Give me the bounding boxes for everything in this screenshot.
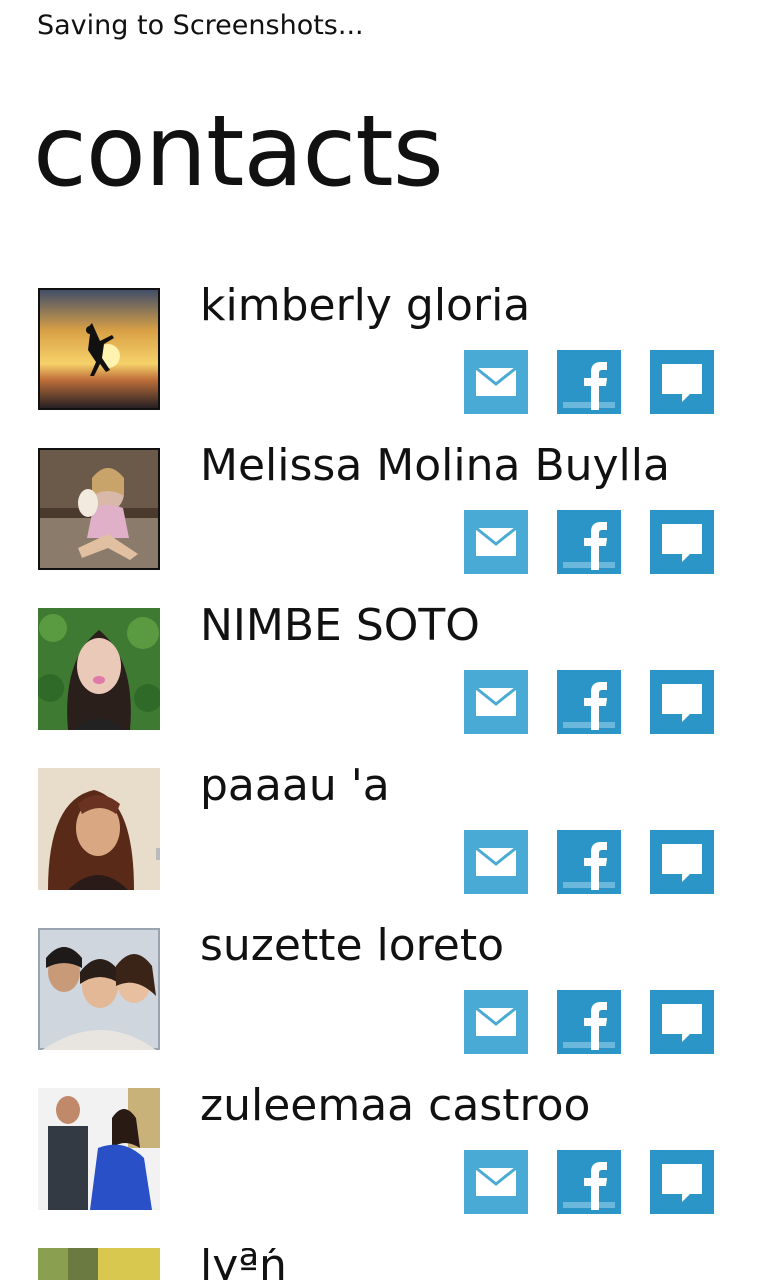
mail-icon bbox=[475, 1006, 517, 1036]
contact-row[interactable]: suzette loreto bbox=[0, 920, 768, 1088]
contact-name[interactable]: suzette loreto bbox=[200, 914, 504, 978]
contact-name[interactable]: kimberly gloria bbox=[200, 274, 530, 338]
mail-icon bbox=[475, 846, 517, 876]
contact-actions bbox=[464, 830, 714, 894]
contact-name[interactable]: lyªń bbox=[200, 1248, 287, 1280]
facebook-icon bbox=[563, 522, 615, 570]
avatar[interactable] bbox=[38, 1088, 160, 1210]
mail-button[interactable] bbox=[464, 510, 528, 574]
avatar[interactable] bbox=[38, 448, 160, 570]
message-button[interactable] bbox=[650, 830, 714, 894]
avatar[interactable] bbox=[38, 288, 160, 410]
contact-name[interactable]: Melissa Molina Buylla bbox=[200, 434, 670, 498]
contact-actions bbox=[464, 670, 714, 734]
contact-row[interactable]: paaau 'a bbox=[0, 760, 768, 928]
facebook-icon bbox=[563, 1162, 615, 1210]
message-button[interactable] bbox=[650, 1150, 714, 1214]
page-title: contacts bbox=[33, 95, 444, 209]
facebook-icon bbox=[563, 1002, 615, 1050]
facebook-button[interactable] bbox=[557, 1150, 621, 1214]
message-button[interactable] bbox=[650, 350, 714, 414]
facebook-icon bbox=[563, 362, 615, 410]
contact-actions bbox=[464, 350, 714, 414]
contact-row[interactable]: NIMBE SOTO bbox=[0, 600, 768, 768]
mail-icon bbox=[475, 1166, 517, 1196]
contact-actions bbox=[464, 1150, 714, 1214]
facebook-button[interactable] bbox=[557, 830, 621, 894]
mail-icon bbox=[475, 686, 517, 716]
message-button[interactable] bbox=[650, 670, 714, 734]
contact-row[interactable]: Melissa Molina Buylla bbox=[0, 440, 768, 608]
avatar[interactable] bbox=[38, 928, 160, 1050]
message-icon bbox=[662, 364, 702, 402]
avatar[interactable] bbox=[38, 608, 160, 730]
message-button[interactable] bbox=[650, 990, 714, 1054]
contact-name[interactable]: NIMBE SOTO bbox=[200, 594, 480, 658]
facebook-button[interactable] bbox=[557, 510, 621, 574]
mail-button[interactable] bbox=[464, 350, 528, 414]
avatar[interactable] bbox=[38, 768, 160, 890]
contact-name[interactable]: paaau 'a bbox=[200, 754, 390, 818]
status-text: Saving to Screenshots... bbox=[37, 10, 364, 41]
contact-row[interactable]: kimberly gloria bbox=[0, 280, 768, 448]
mail-button[interactable] bbox=[464, 1150, 528, 1214]
mail-button[interactable] bbox=[464, 670, 528, 734]
message-icon bbox=[662, 684, 702, 722]
mail-button[interactable] bbox=[464, 830, 528, 894]
mail-button[interactable] bbox=[464, 990, 528, 1054]
mail-icon bbox=[475, 526, 517, 556]
contact-actions bbox=[464, 510, 714, 574]
facebook-button[interactable] bbox=[557, 350, 621, 414]
avatar[interactable] bbox=[38, 1248, 160, 1280]
message-icon bbox=[662, 844, 702, 882]
message-icon bbox=[662, 1164, 702, 1202]
facebook-icon bbox=[563, 682, 615, 730]
message-icon bbox=[662, 1004, 702, 1042]
contact-actions bbox=[464, 990, 714, 1054]
facebook-button[interactable] bbox=[557, 990, 621, 1054]
contact-name[interactable]: zuleemaa castroo bbox=[200, 1074, 590, 1138]
facebook-icon bbox=[563, 842, 615, 890]
message-icon bbox=[662, 524, 702, 562]
mail-icon bbox=[475, 366, 517, 396]
message-button[interactable] bbox=[650, 510, 714, 574]
facebook-button[interactable] bbox=[557, 670, 621, 734]
contact-row[interactable]: zuleemaa castroo bbox=[0, 1080, 768, 1248]
contact-row[interactable]: lyªń bbox=[0, 1248, 768, 1280]
